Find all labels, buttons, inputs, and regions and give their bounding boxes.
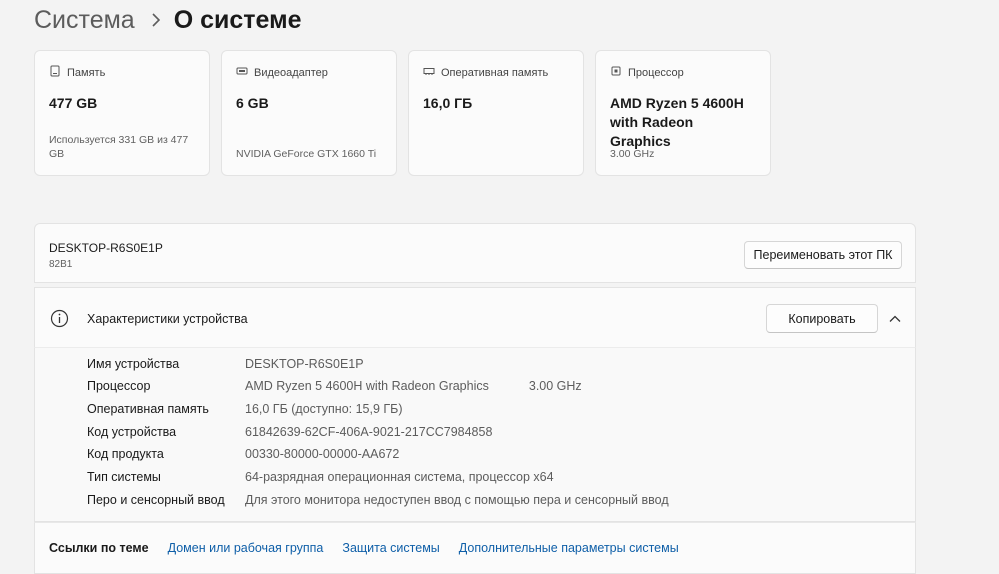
device-model: 82B1 [49,259,73,270]
spec-value: AMD Ryzen 5 4600H with Radeon Graphics [245,379,489,393]
card-header: Процессор [610,65,756,80]
card-subtext: Используется 331 GB из 477 GB [49,134,189,160]
rename-pc-button[interactable]: Переименовать этот ПК [744,241,902,269]
device-panel: DESKTOP-R6S0E1P 82B1 Переименовать этот … [34,223,916,283]
breadcrumb-parent[interactable]: Система [34,6,135,35]
link-advanced-system-settings[interactable]: Дополнительные параметры системы [459,541,679,555]
link-domain-workgroup[interactable]: Домен или рабочая группа [168,541,324,555]
spec-label: Код устройства [87,425,177,439]
card-ram: Оперативная память 16,0 ГБ [408,50,584,176]
breadcrumb: Система О системе [34,2,301,38]
chevron-right-icon [151,13,160,27]
spec-value: DESKTOP-R6S0E1P [245,357,364,371]
card-title: Видеоадаптер [254,66,328,79]
spec-extra-value: 3.00 GHz [528,379,582,393]
spec-row-system-type: Тип системы 64-разрядная операционная си… [87,470,554,488]
spec-row-processor: Процессор AMD Ryzen 5 4600H with Radeon … [87,379,582,397]
info-icon [50,309,69,328]
related-links: Ссылки по теме Домен или рабочая группа … [34,522,916,574]
spec-label: Имя устройства [87,357,180,371]
spec-label: Оперативная память [87,402,209,416]
spec-value: 64-разрядная операционная система, проце… [245,470,554,484]
ram-icon [423,65,435,80]
spec-row-device-name: Имя устройства DESKTOP-R6S0E1P [87,357,364,375]
card-storage: Память 477 GB Используется 331 GB из 477… [34,50,210,176]
link-system-protection[interactable]: Защита системы [342,541,439,555]
chevron-up-icon[interactable] [888,312,902,324]
card-gpu: Видеоадаптер 6 GB NVIDIA GeForce GTX 166… [221,50,397,176]
card-title: Процессор [628,66,684,79]
copy-button[interactable]: Копировать [766,304,878,333]
card-value: 16,0 ГБ [423,95,473,111]
related-links-title: Ссылки по теме [49,541,149,555]
summary-cards: Память 477 GB Используется 331 GB из 477… [34,50,771,176]
card-value: 6 GB [236,95,269,111]
cpu-icon [610,65,622,80]
storage-icon [49,65,61,80]
spec-row-ram: Оперативная память 16,0 ГБ (доступно: 15… [87,402,403,420]
card-header: Видеоадаптер [236,65,382,80]
card-title: Оперативная память [441,66,549,79]
device-name: DESKTOP-R6S0E1P [49,241,163,255]
spec-row-device-id: Код устройства 61842639-62CF-406A-9021-2… [87,425,492,443]
spec-label: Перо и сенсорный ввод [87,493,225,507]
gpu-icon [236,65,248,80]
card-subtext: 3.00 GHz [610,148,655,160]
card-header: Оперативная память [423,65,569,80]
spec-value: 00330-80000-00000-AA672 [245,447,400,461]
card-subtext: NVIDIA GeForce GTX 1660 Ti [236,148,377,160]
device-specs-header[interactable]: Характеристики устройства Копировать [34,287,916,348]
spec-label: Код продукта [87,447,164,461]
spec-label: Тип системы [87,470,161,484]
spec-label: Процессор [87,379,151,393]
card-value: AMD Ryzen 5 4600H with Radeon Graphics [610,95,744,149]
card-header: Память [49,65,195,80]
page-title: О системе [173,5,302,34]
card-title: Память [67,66,106,79]
spec-row-pen-touch: Перо и сенсорный ввод Для этого монитора… [87,493,669,511]
spec-value: 16,0 ГБ (доступно: 15,9 ГБ) [245,402,403,416]
card-value: 477 GB [49,95,98,111]
device-specs-title: Характеристики устройства [87,312,248,326]
device-specs-list: Имя устройства DESKTOP-R6S0E1P Процессор… [34,348,916,522]
spec-value: 61842639-62CF-406A-9021-217CC7984858 [245,425,493,439]
spec-value: Для этого монитора недоступен ввод с пом… [245,493,669,507]
card-cpu: Процессор AMD Ryzen 5 4600H with Radeon … [595,50,771,176]
spec-row-product-id: Код продукта 00330-80000-00000-AA672 [87,447,399,465]
